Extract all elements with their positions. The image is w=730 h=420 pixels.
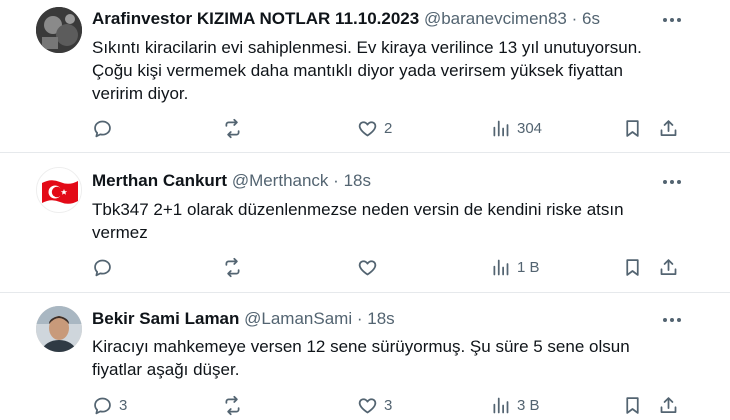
timestamp[interactable]: 18s bbox=[344, 171, 371, 190]
user-handle[interactable]: @baranevcimen83 bbox=[424, 9, 567, 28]
retweet-icon bbox=[225, 118, 240, 139]
like-button[interactable]: 2 bbox=[357, 118, 392, 139]
turkish-flag-avatar bbox=[37, 168, 81, 212]
user-handle[interactable]: @LamanSami bbox=[244, 309, 352, 328]
tweet-header: Bekir Sami Laman @LamanSami · 18s bbox=[92, 309, 395, 329]
tweet-2[interactable]: Merthan Cankurt @Merthanck · 18s Tbk347 … bbox=[0, 153, 730, 292]
user-handle[interactable]: @Merthanck bbox=[232, 171, 329, 190]
reply-icon bbox=[94, 397, 111, 415]
like-count: 3 bbox=[384, 396, 393, 414]
share-button[interactable] bbox=[658, 118, 679, 139]
retweet-button[interactable] bbox=[222, 118, 249, 139]
bookmark-icon bbox=[626, 259, 639, 276]
share-button[interactable] bbox=[658, 395, 679, 416]
reply-icon bbox=[94, 259, 111, 277]
more-icon bbox=[663, 318, 681, 322]
share-icon bbox=[660, 397, 677, 413]
share-icon bbox=[660, 120, 677, 136]
share-icon bbox=[660, 259, 677, 275]
tweet-1[interactable]: Arafinvestor KIZIMA NOTLAR 11.10.2023 @b… bbox=[0, 0, 730, 152]
more-icon bbox=[663, 18, 681, 22]
reply-button[interactable] bbox=[92, 118, 119, 139]
like-button[interactable]: 3 bbox=[357, 395, 392, 416]
avatar[interactable] bbox=[36, 167, 82, 213]
display-name[interactable]: Arafinvestor KIZIMA NOTLAR 11.10.2023 bbox=[92, 9, 419, 28]
views-button[interactable]: 304 bbox=[490, 118, 542, 139]
more-options-button[interactable] bbox=[660, 310, 684, 330]
avatar-image bbox=[36, 306, 82, 352]
views-button[interactable]: 3 B bbox=[490, 395, 540, 416]
avatar-image bbox=[36, 7, 82, 53]
bookmark-button[interactable] bbox=[622, 118, 643, 139]
tweet-text: Kiracıyı mahkemeye versen 12 sene sürüyo… bbox=[92, 337, 630, 379]
retweet-button[interactable] bbox=[222, 257, 249, 278]
tweet-text: Tbk347 2+1 olarak düzenlenmezse neden ve… bbox=[92, 200, 624, 242]
avatar[interactable] bbox=[36, 306, 82, 352]
bookmark-icon bbox=[626, 120, 639, 137]
more-options-button[interactable] bbox=[660, 172, 684, 192]
views-icon bbox=[493, 120, 509, 137]
more-icon bbox=[663, 180, 681, 184]
timestamp[interactable]: 6s bbox=[582, 9, 600, 28]
avatar[interactable] bbox=[36, 7, 82, 53]
share-button[interactable] bbox=[658, 257, 679, 278]
bookmark-button[interactable] bbox=[622, 395, 643, 416]
reply-button[interactable] bbox=[92, 257, 119, 278]
like-count: 2 bbox=[384, 119, 393, 137]
view-count: 304 bbox=[517, 119, 543, 137]
heart-icon bbox=[358, 260, 377, 276]
tweet-text: Sıkıntı kiracilarin evi sahiplenmesi. Ev… bbox=[92, 38, 642, 103]
views-icon bbox=[493, 259, 509, 276]
heart-icon bbox=[358, 121, 377, 137]
tweet-3[interactable]: Bekir Sami Laman @LamanSami · 18s Kiracı… bbox=[0, 293, 730, 420]
bookmark-button[interactable] bbox=[622, 257, 643, 278]
tweet-header: Arafinvestor KIZIMA NOTLAR 11.10.2023 @b… bbox=[92, 9, 600, 29]
bookmark-icon bbox=[626, 397, 639, 414]
more-options-button[interactable] bbox=[660, 10, 684, 30]
retweet-icon bbox=[225, 395, 240, 416]
view-count: 3 B bbox=[517, 396, 540, 414]
views-icon bbox=[493, 397, 509, 414]
reply-icon bbox=[94, 120, 111, 138]
reply-count: 3 bbox=[119, 396, 128, 414]
like-button[interactable] bbox=[357, 257, 384, 278]
tweet-header: Merthan Cankurt @Merthanck · 18s bbox=[92, 171, 371, 191]
separator-dot: · bbox=[333, 171, 339, 190]
separator-dot: · bbox=[571, 9, 578, 28]
display-name[interactable]: Merthan Cankurt bbox=[92, 171, 227, 190]
heart-icon bbox=[358, 398, 377, 414]
retweet-icon bbox=[225, 257, 240, 278]
view-count: 1 B bbox=[517, 258, 540, 276]
views-button[interactable]: 1 B bbox=[490, 257, 540, 278]
display-name[interactable]: Bekir Sami Laman bbox=[92, 309, 239, 328]
separator-dot: · bbox=[356, 309, 363, 328]
timestamp[interactable]: 18s bbox=[367, 309, 394, 328]
reply-button[interactable]: 3 bbox=[92, 395, 127, 416]
retweet-button[interactable] bbox=[222, 395, 249, 416]
